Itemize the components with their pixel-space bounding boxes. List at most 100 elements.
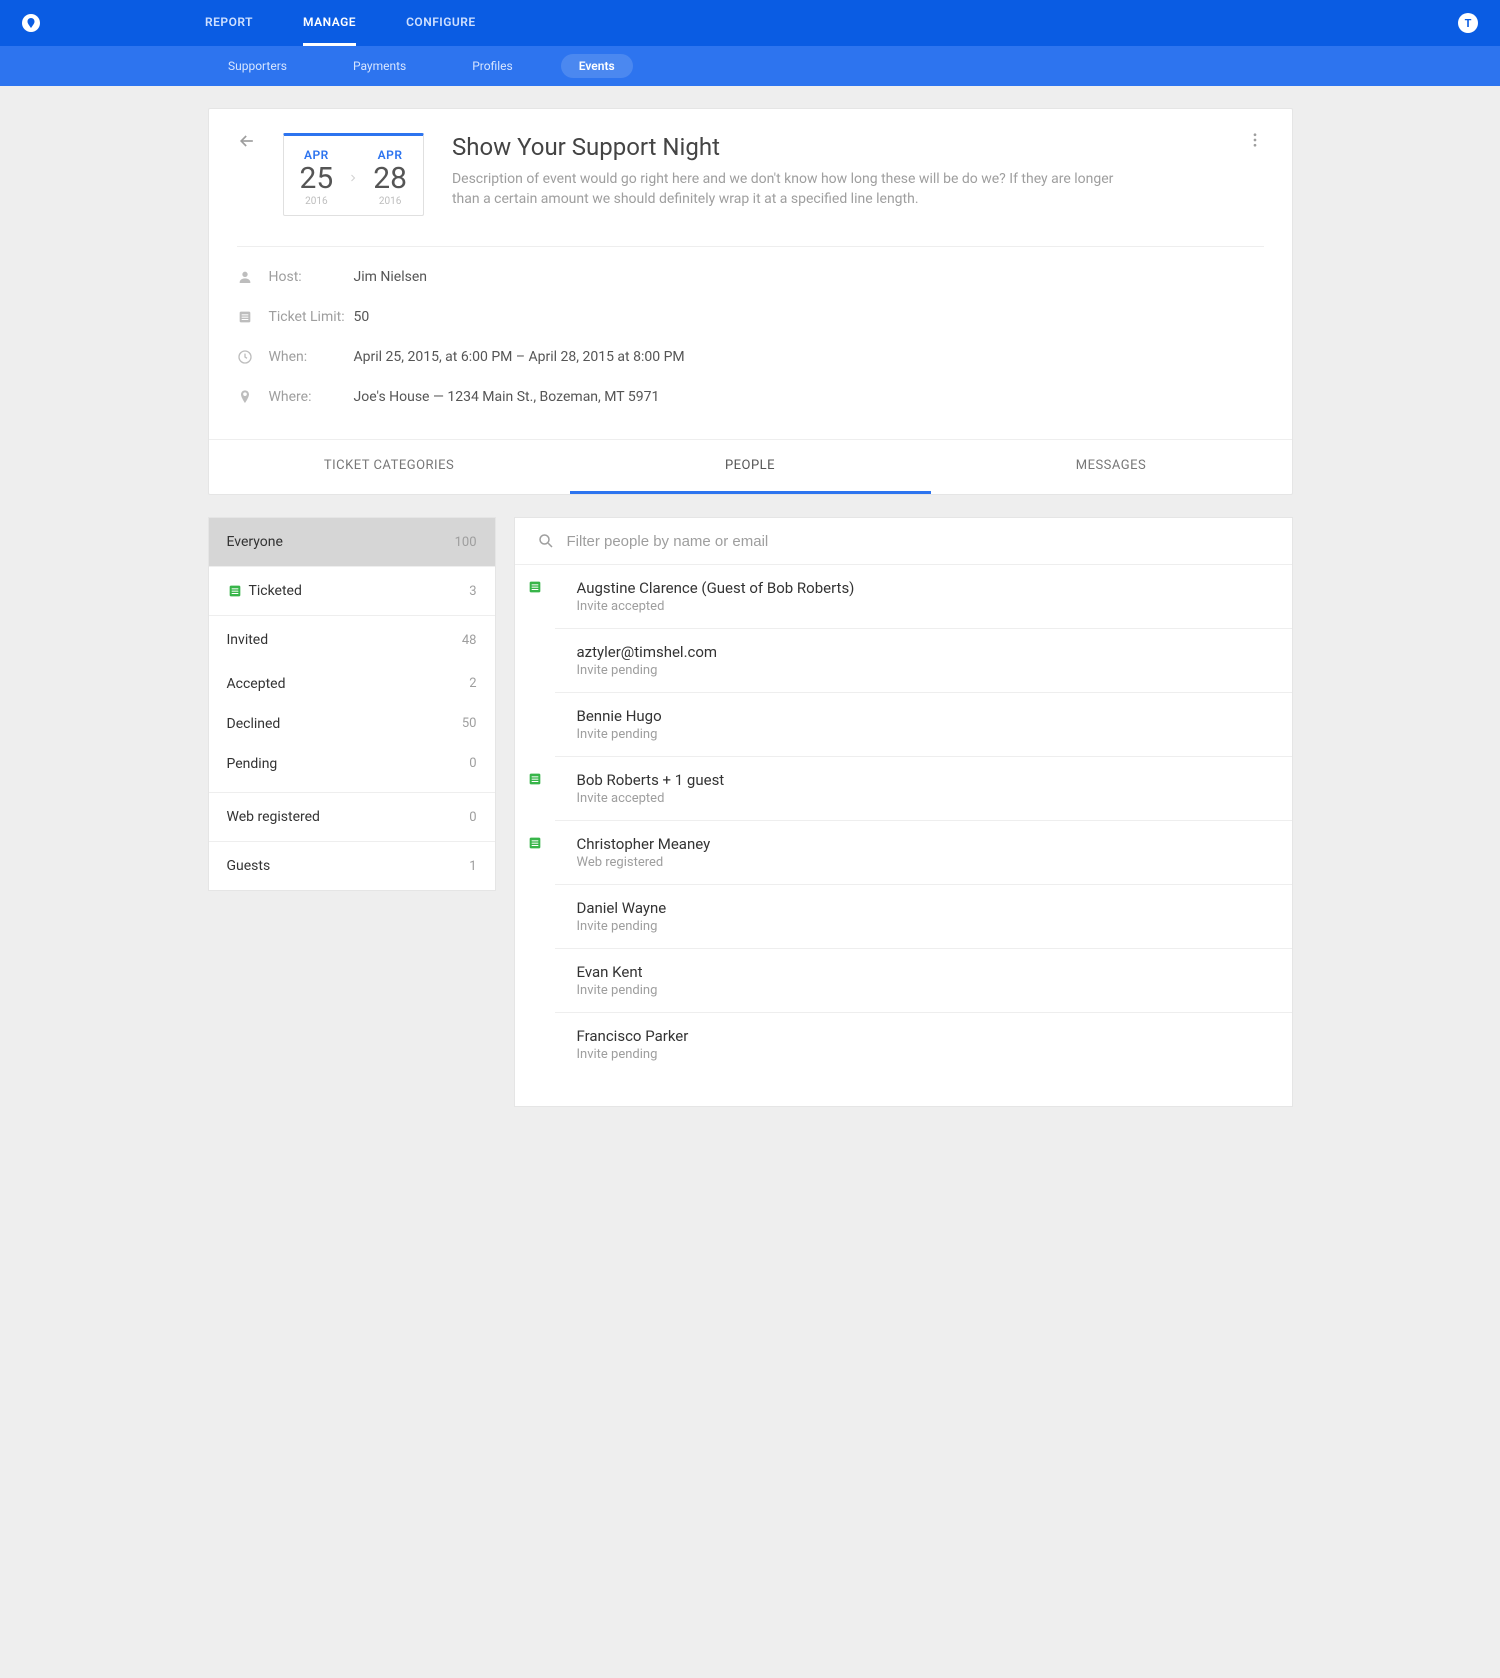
sidebar-item-label: Ticketed	[249, 583, 470, 599]
sidebar-item-label: Accepted	[227, 676, 470, 692]
person-row[interactable]: Francisco Parker Invite pending	[555, 1013, 1292, 1076]
person-row[interactable]: Augstine Clarence (Guest of Bob Roberts)…	[555, 565, 1292, 629]
person-name: Bennie Hugo	[577, 707, 662, 725]
date-range: APR 25 2016 APR 28 2016	[283, 133, 424, 216]
meta-host-label: Host:	[269, 269, 354, 285]
person-status: Invite pending	[577, 727, 662, 742]
meta-where-label: Where:	[269, 389, 354, 405]
sidebar-item-label: Invited	[227, 632, 462, 648]
person-status: Invite accepted	[577, 599, 855, 614]
person-row[interactable]: Bennie Hugo Invite pending	[555, 693, 1292, 757]
tab-manage[interactable]: MANAGE	[303, 0, 356, 46]
meta-host: Host: Jim Nielsen	[237, 257, 1264, 297]
date-end-year: 2016	[373, 196, 407, 207]
clock-icon	[237, 349, 269, 365]
primary-tabs: REPORT MANAGE CONFIGURE	[205, 0, 476, 46]
date-start-year: 2016	[300, 196, 334, 207]
sidebar-item-label: Declined	[227, 716, 462, 732]
people-list: Augstine Clarence (Guest of Bob Roberts)…	[515, 565, 1292, 1076]
search-icon	[537, 532, 555, 550]
ticket-icon	[227, 583, 249, 599]
person-row[interactable]: Christopher Meaney Web registered	[555, 821, 1292, 885]
secondary-nav: Supporters Payments Profiles Events	[0, 46, 1500, 86]
app-logo[interactable]	[22, 14, 40, 32]
date-start-month: APR	[300, 148, 334, 162]
sidebar-item-invited[interactable]: Invited 48	[209, 616, 495, 664]
person-row[interactable]: aztyler@timshel.com Invite pending	[555, 629, 1292, 693]
person-name: Augstine Clarence (Guest of Bob Roberts)	[577, 579, 855, 597]
subnav-profiles[interactable]: Profiles	[454, 54, 531, 78]
ticket-icon	[527, 771, 543, 787]
meta-when-value: April 25, 2015, at 6:00 PM – April 28, 2…	[354, 349, 685, 365]
person-row[interactable]: Bob Roberts + 1 guest Invite accepted	[555, 757, 1292, 821]
location-icon	[237, 389, 269, 405]
sidebar-item-label: Everyone	[227, 534, 455, 550]
meta-when-label: When:	[269, 349, 354, 365]
subtab-messages[interactable]: MESSAGES	[931, 440, 1292, 494]
event-meta: Host: Jim Nielsen Ticket Limit: 50 When:…	[237, 246, 1264, 439]
meta-limit-label: Ticket Limit:	[269, 309, 354, 325]
sidebar-item-count: 2	[469, 676, 476, 692]
subnav-events[interactable]: Events	[561, 54, 633, 78]
search-input[interactable]	[567, 533, 1270, 550]
event-title: Show Your Support Night	[452, 133, 1142, 161]
person-icon	[237, 269, 269, 285]
people-filter-sidebar: Everyone 100 Ticketed 3 Invited 48 Accep…	[208, 517, 496, 891]
person-name: aztyler@timshel.com	[577, 643, 718, 661]
meta-ticket-limit: Ticket Limit: 50	[237, 297, 1264, 337]
event-subtabs: TICKET CATEGORIES PEOPLE MESSAGES	[209, 439, 1292, 494]
person-name: Francisco Parker	[577, 1027, 689, 1045]
more-icon[interactable]	[1246, 131, 1264, 149]
person-status: Web registered	[577, 855, 711, 870]
sidebar-item-web-registered[interactable]: Web registered 0	[209, 793, 495, 842]
sidebar-item-count: 100	[455, 535, 477, 550]
sidebar-item-label: Pending	[227, 756, 470, 772]
sidebar-item-everyone[interactable]: Everyone 100	[209, 518, 495, 567]
ticket-icon	[527, 579, 543, 595]
date-end-day: 28	[373, 164, 407, 194]
meta-limit-value: 50	[354, 309, 370, 325]
person-name: Daniel Wayne	[577, 899, 667, 917]
meta-when: When: April 25, 2015, at 6:00 PM – April…	[237, 337, 1264, 377]
back-arrow-icon[interactable]	[237, 131, 257, 151]
date-start-day: 25	[300, 164, 334, 194]
people-list-card: Augstine Clarence (Guest of Bob Roberts)…	[514, 517, 1293, 1107]
person-status: Invite accepted	[577, 791, 725, 806]
subnav-supporters[interactable]: Supporters	[210, 54, 305, 78]
sidebar-item-count: 0	[469, 756, 476, 772]
subnav-payments[interactable]: Payments	[335, 54, 424, 78]
sidebar-group-invited: Invited 48 Accepted 2 Declined 50 Pendin…	[209, 616, 495, 793]
person-status: Invite pending	[577, 663, 718, 678]
meta-where: Where: Joe's House — 1234 Main St., Boze…	[237, 377, 1264, 417]
date-start: APR 25 2016	[300, 148, 334, 207]
sidebar-item-declined[interactable]: Declined 50	[209, 704, 495, 744]
person-status: Invite pending	[577, 1047, 689, 1062]
tab-report[interactable]: REPORT	[205, 0, 253, 46]
sidebar-item-count: 0	[469, 810, 476, 825]
sidebar-item-accepted[interactable]: Accepted 2	[209, 664, 495, 704]
sidebar-item-label: Web registered	[227, 809, 470, 825]
person-status: Invite pending	[577, 983, 658, 998]
meta-where-value: Joe's House — 1234 Main St., Bozeman, MT…	[354, 389, 660, 405]
subtab-people[interactable]: PEOPLE	[570, 440, 931, 494]
sidebar-item-label: Guests	[227, 858, 470, 874]
person-name: Christopher Meaney	[577, 835, 711, 853]
person-name: Bob Roberts + 1 guest	[577, 771, 725, 789]
person-row[interactable]: Evan KentInvite pending	[555, 949, 1292, 1013]
meta-host-value: Jim Nielsen	[354, 269, 427, 285]
chevron-right-icon	[347, 172, 359, 184]
person-status: Invite pending	[577, 919, 667, 934]
event-card: APR 25 2016 APR 28 2016 Show Your Suppor…	[208, 108, 1293, 495]
ticket-icon	[527, 835, 543, 851]
avatar[interactable]: T	[1458, 13, 1478, 33]
primary-nav: REPORT MANAGE CONFIGURE T	[0, 0, 1500, 46]
date-end: APR 28 2016	[373, 148, 407, 207]
tab-configure[interactable]: CONFIGURE	[406, 0, 476, 46]
subtab-ticket-categories[interactable]: TICKET CATEGORIES	[209, 440, 570, 494]
list-icon	[237, 309, 269, 325]
sidebar-item-guests[interactable]: Guests 1	[209, 842, 495, 890]
sidebar-item-ticketed[interactable]: Ticketed 3	[209, 567, 495, 616]
sidebar-item-count: 50	[462, 716, 477, 732]
person-row[interactable]: Daniel Wayne Invite pending	[555, 885, 1292, 949]
sidebar-item-pending[interactable]: Pending 0	[209, 744, 495, 784]
